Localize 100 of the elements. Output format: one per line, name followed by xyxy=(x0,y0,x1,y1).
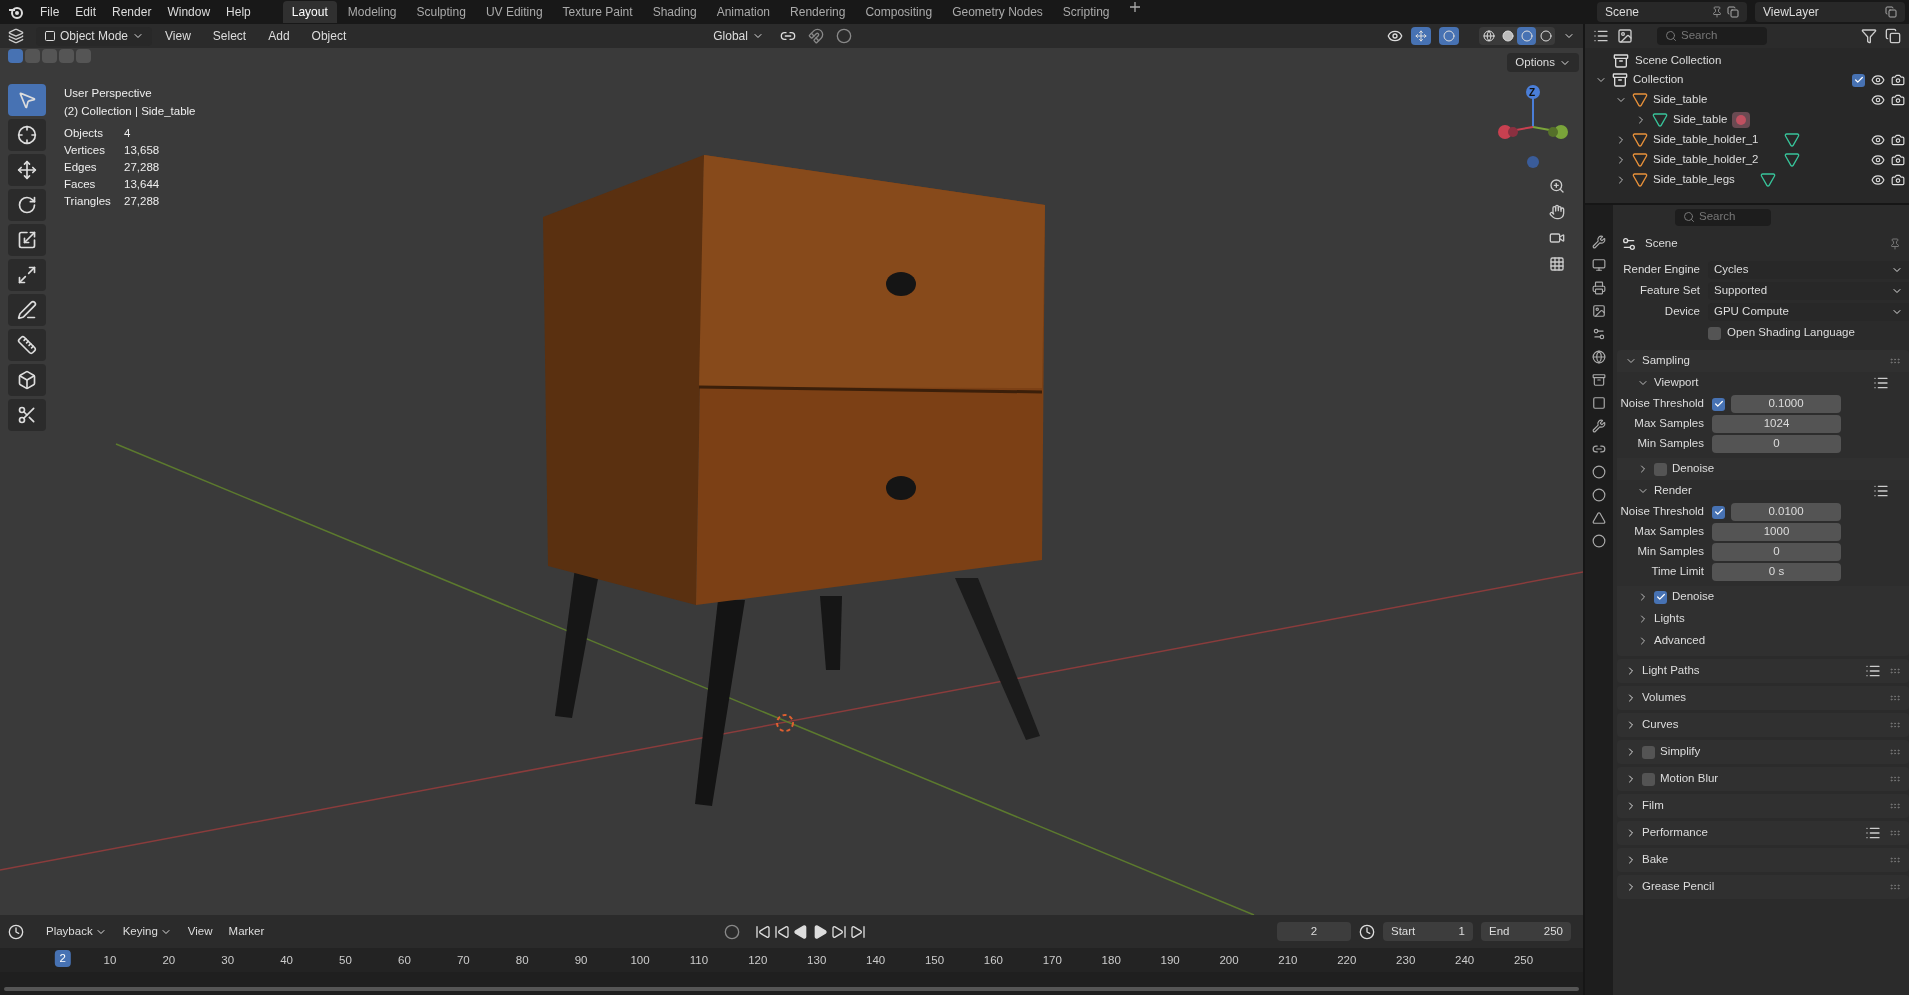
properties-tab-icon[interactable] xyxy=(1592,327,1606,341)
editor-type-icon[interactable] xyxy=(8,28,24,44)
presets-icon[interactable] xyxy=(1873,375,1889,391)
subpanel-header[interactable]: Denoise xyxy=(1672,460,1715,478)
drag-handle-icon[interactable] xyxy=(1889,773,1901,785)
drag-handle-icon[interactable] xyxy=(1889,800,1901,812)
checkbox[interactable] xyxy=(1654,462,1667,476)
camera-icon[interactable] xyxy=(1549,230,1565,246)
eye-icon[interactable] xyxy=(1871,173,1885,187)
number-field[interactable]: 0.1000 xyxy=(1731,395,1841,413)
menu-item[interactable]: Object xyxy=(302,27,356,45)
panel-header[interactable]: Bake xyxy=(1642,851,1669,869)
search-field[interactable]: Search xyxy=(1657,27,1767,45)
workspace-tab[interactable]: UV Editing xyxy=(476,1,552,23)
checkbox[interactable] xyxy=(1852,73,1865,87)
menu-item[interactable]: Add xyxy=(259,27,299,45)
copy-icon[interactable] xyxy=(1885,6,1897,18)
workspace-tab[interactable]: Layout xyxy=(282,1,337,23)
panel-header[interactable]: Film xyxy=(1642,797,1664,815)
shading-button[interactable] xyxy=(1517,27,1536,45)
panel-header[interactable]: Light Paths xyxy=(1642,662,1700,680)
search-field[interactable]: Search xyxy=(1675,208,1771,226)
checkbox[interactable] xyxy=(1712,505,1725,519)
properties-tab-icon[interactable] xyxy=(1592,442,1606,456)
pin-icon[interactable] xyxy=(1889,238,1901,250)
pin-icon[interactable] xyxy=(1711,6,1723,18)
properties-tab-icon[interactable] xyxy=(1592,373,1606,387)
camera-icon[interactable] xyxy=(1891,173,1905,187)
properties-tab-icon[interactable] xyxy=(1592,258,1606,272)
playhead-marker[interactable]: 2 xyxy=(54,950,71,968)
properties-tab-icon[interactable] xyxy=(1592,281,1606,295)
zoom-icon[interactable] xyxy=(1549,178,1565,194)
timer-icon[interactable] xyxy=(1359,923,1375,940)
scene-field[interactable]: Scene xyxy=(1597,2,1747,22)
properties-tab-icon[interactable] xyxy=(1592,235,1606,249)
checkbox[interactable] xyxy=(1642,772,1655,786)
tool-button[interactable] xyxy=(8,294,46,326)
subpanel-header[interactable]: Viewport xyxy=(1654,374,1699,392)
tool-button[interactable] xyxy=(8,364,46,396)
eye-icon[interactable] xyxy=(1871,93,1885,107)
add-icon[interactable] xyxy=(1128,1,1141,13)
view-layer-field[interactable]: ViewLayer xyxy=(1755,2,1905,22)
editor-type-icon[interactable] xyxy=(8,923,24,940)
subpanel-header[interactable]: Render xyxy=(1654,482,1692,500)
properties-tab-icon[interactable] xyxy=(1592,511,1606,525)
hand-icon[interactable] xyxy=(1549,204,1565,220)
eye-icon[interactable] xyxy=(1871,133,1885,147)
panel-header[interactable]: Curves xyxy=(1642,716,1679,734)
visibility-icon[interactable] xyxy=(1387,28,1403,44)
properties-tab-icon[interactable] xyxy=(1592,419,1606,433)
properties-tab-icon[interactable] xyxy=(1592,465,1606,479)
camera-icon[interactable] xyxy=(1891,93,1905,107)
menu-item[interactable]: View xyxy=(156,27,200,45)
number-field[interactable]: 1024 xyxy=(1712,415,1841,433)
tool-button[interactable] xyxy=(8,399,46,431)
outliner-item[interactable]: Side_table xyxy=(1653,91,1708,109)
properties-tab-icon[interactable] xyxy=(1592,350,1606,364)
tool-button[interactable] xyxy=(8,154,46,186)
properties-tab-icon[interactable] xyxy=(1592,304,1606,318)
number-field[interactable]: 0 xyxy=(1712,435,1841,453)
jump-start-icon[interactable] xyxy=(755,923,772,940)
jump-end-icon[interactable] xyxy=(850,923,867,940)
panel-header[interactable]: Performance xyxy=(1642,824,1708,842)
outliner-item[interactable]: Scene Collection xyxy=(1635,52,1722,70)
number-field[interactable]: 1000 xyxy=(1712,523,1841,541)
checkbox[interactable] xyxy=(1642,745,1655,759)
drag-handle-icon[interactable] xyxy=(1889,746,1901,758)
drag-handle-icon[interactable] xyxy=(1889,692,1901,704)
drag-handle-icon[interactable] xyxy=(1889,827,1901,839)
checkbox[interactable] xyxy=(1712,397,1725,411)
current-frame-field[interactable]: 2 xyxy=(1277,922,1351,941)
presets-icon[interactable] xyxy=(1865,663,1881,679)
workspace-tab[interactable]: Texture Paint xyxy=(553,1,642,23)
tool-button[interactable] xyxy=(8,329,46,361)
menu-item[interactable]: Render xyxy=(104,3,160,21)
app-logo-icon[interactable] xyxy=(8,4,24,20)
filter-icon[interactable] xyxy=(1861,28,1877,44)
menu-item[interactable]: Window xyxy=(159,3,219,21)
outliner-item[interactable]: Side_table_legs xyxy=(1653,171,1735,189)
workspace-tab[interactable]: Shading xyxy=(643,1,706,23)
workspace-tab[interactable]: Rendering xyxy=(781,1,855,23)
menu-item[interactable]: Select xyxy=(203,27,256,45)
tool-button[interactable] xyxy=(8,224,46,256)
menu-item[interactable]: Help xyxy=(218,3,259,21)
camera-icon[interactable] xyxy=(1891,153,1905,167)
menu-item[interactable]: Keying xyxy=(116,922,178,941)
tool-button[interactable] xyxy=(8,259,46,291)
camera-icon[interactable] xyxy=(1891,133,1905,147)
drag-handle-icon[interactable] xyxy=(1889,881,1901,893)
properties-tab-icon[interactable] xyxy=(1592,534,1606,548)
overlay-toggle[interactable] xyxy=(1439,27,1459,45)
outliner-item[interactable]: Side_table_holder_1 xyxy=(1653,131,1759,149)
properties-tab-icon[interactable] xyxy=(1592,396,1606,410)
panel-header[interactable]: Sampling xyxy=(1642,352,1690,370)
workspace-tab[interactable]: Geometry Nodes xyxy=(943,1,1052,23)
panel-header[interactable]: Volumes xyxy=(1642,689,1687,707)
outliner-item[interactable]: Collection xyxy=(1633,71,1684,89)
menu-item[interactable]: View xyxy=(181,922,219,941)
drag-handle-icon[interactable] xyxy=(1889,719,1901,731)
drag-handle-icon[interactable] xyxy=(1889,854,1901,866)
